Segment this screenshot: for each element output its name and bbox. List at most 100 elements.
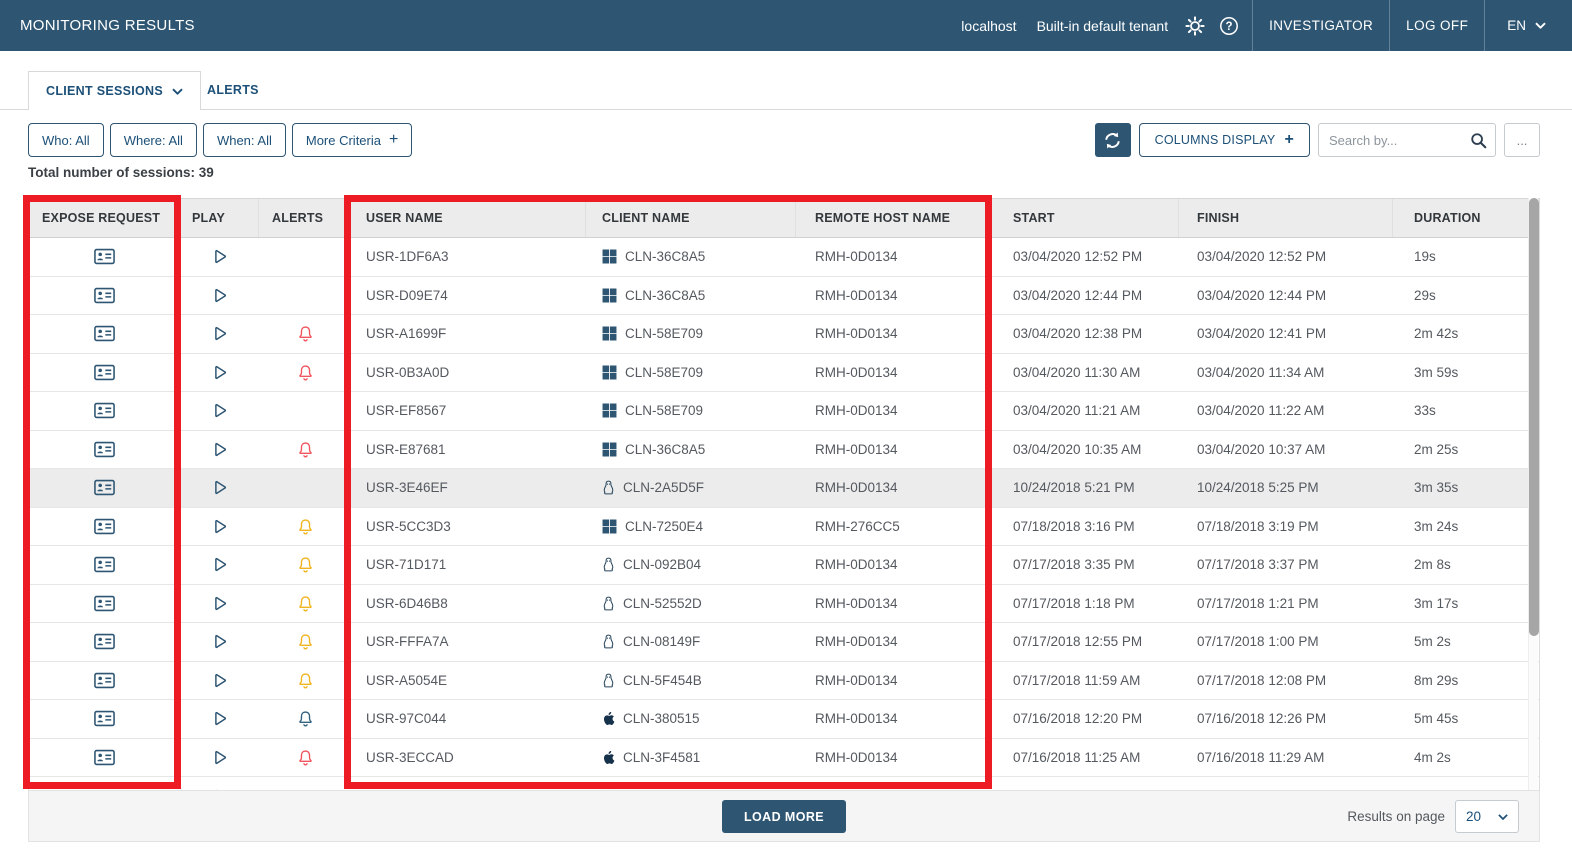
table-row[interactable]: USR-1DF6A3 CLN-36C8A5 RMH-0D0134 03/04/2… [29, 238, 1539, 277]
expose-request-cell [29, 277, 179, 315]
table-row[interactable]: USR-3ECCAD CLN-3F4581 RMH-0D0134 07/16/2… [29, 739, 1539, 778]
remote-host-cell: RMH-0D0134 [796, 238, 989, 276]
start-cell: 03/04/2020 11:21 AM [989, 392, 1179, 430]
filter-when-button[interactable]: When: All [203, 123, 286, 157]
play-icon[interactable] [211, 248, 228, 265]
user-name: USR-3ECCAD [366, 750, 454, 765]
table-header: EXPOSE REQUESTPLAYALERTSUSER NAMECLIENT … [29, 198, 1539, 238]
results-per-page-select[interactable]: 20 [1455, 800, 1519, 833]
investigator-link[interactable]: INVESTIGATOR [1253, 0, 1389, 51]
play-icon[interactable] [211, 556, 228, 573]
alerts-cell [259, 277, 351, 315]
alert-bell-icon[interactable] [297, 364, 314, 381]
alerts-cell [259, 546, 351, 584]
play-icon[interactable] [211, 441, 228, 458]
expose-request-icon[interactable] [94, 749, 115, 766]
table-row-partial [29, 777, 1539, 790]
alert-bell-icon[interactable] [297, 710, 314, 727]
play-icon[interactable] [211, 287, 228, 304]
play-icon[interactable] [211, 402, 228, 419]
duration: 29s [1414, 288, 1436, 303]
expose-request-icon[interactable] [94, 402, 115, 419]
expose-request-cell [29, 662, 179, 700]
alert-bell-icon[interactable] [297, 672, 314, 689]
load-more-button[interactable]: LOAD MORE [722, 800, 846, 833]
alert-bell-icon[interactable] [297, 633, 314, 650]
chevron-down-icon [1535, 22, 1546, 29]
windows-os-icon [602, 249, 617, 264]
alert-bell-icon[interactable] [297, 325, 314, 342]
logoff-link[interactable]: LOG OFF [1390, 0, 1484, 51]
expose-request-icon[interactable] [94, 710, 115, 727]
expose-request-icon[interactable] [94, 672, 115, 689]
scrollbar-thumb[interactable] [1529, 198, 1539, 636]
play-icon[interactable] [211, 633, 228, 650]
tab-alerts[interactable]: ALERTS [207, 71, 259, 109]
table-row[interactable]: USR-EF8567 CLN-58E709 RMH-0D0134 03/04/2… [29, 392, 1539, 431]
table-row[interactable]: USR-E87681 CLN-36C8A5 RMH-0D0134 03/04/2… [29, 431, 1539, 470]
columns-display-button[interactable]: COLUMNS DISPLAY + [1139, 123, 1310, 157]
play-icon[interactable] [211, 672, 228, 689]
filter-who-button[interactable]: Who: All [28, 123, 104, 157]
finish-cell: 07/17/2018 12:08 PM [1179, 662, 1393, 700]
language-selector[interactable]: EN [1485, 0, 1572, 51]
duration: 2m 25s [1414, 442, 1458, 457]
expose-request-icon[interactable] [94, 441, 115, 458]
play-icon[interactable] [211, 364, 228, 381]
table-row[interactable]: USR-5CC3D3 CLN-7250E4 RMH-276CC5 07/18/2… [29, 508, 1539, 547]
table-row[interactable]: USR-D09E74 CLN-36C8A5 RMH-0D0134 03/04/2… [29, 277, 1539, 316]
alert-bell-icon[interactable] [297, 556, 314, 573]
filter-where-button[interactable]: Where: All [110, 123, 197, 157]
play-icon[interactable] [211, 595, 228, 612]
expose-request-icon[interactable] [94, 595, 115, 612]
table-row[interactable]: USR-6D46B8 CLN-52552D RMH-0D0134 07/17/2… [29, 585, 1539, 624]
alert-bell-icon[interactable] [297, 518, 314, 535]
table-row[interactable]: USR-71D171 CLN-092B04 RMH-0D0134 07/17/2… [29, 546, 1539, 585]
table-row[interactable]: USR-FFFA7A CLN-08149F RMH-0D0134 07/17/2… [29, 623, 1539, 662]
table-row[interactable]: USR-0B3A0D CLN-58E709 RMH-0D0134 03/04/2… [29, 354, 1539, 393]
vertical-scrollbar[interactable] [1528, 198, 1538, 790]
user-name: USR-A5054E [366, 673, 447, 688]
client-name-cell: CLN-36C8A5 [586, 431, 796, 469]
table-row[interactable]: USR-A5054E CLN-5F454B RMH-0D0134 07/17/2… [29, 662, 1539, 701]
start-time: 03/04/2020 10:35 AM [1013, 442, 1141, 457]
table-row[interactable]: USR-97C044 CLN-380515 RMH-0D0134 07/16/2… [29, 700, 1539, 739]
play-icon[interactable] [211, 749, 228, 766]
expose-request-icon[interactable] [94, 325, 115, 342]
play-icon[interactable] [211, 518, 228, 535]
columns-display-label: COLUMNS DISPLAY [1155, 133, 1276, 147]
tab-client-sessions[interactable]: CLIENT SESSIONS [28, 71, 201, 110]
expose-request-icon[interactable] [94, 633, 115, 650]
expose-request-icon[interactable] [94, 518, 115, 535]
start-cell: 03/04/2020 12:44 PM [989, 277, 1179, 315]
settings-gear-icon[interactable] [1184, 15, 1205, 36]
duration: 3m 59s [1414, 365, 1458, 380]
play-icon[interactable] [211, 479, 228, 496]
alert-bell-icon[interactable] [297, 595, 314, 612]
play-icon[interactable] [211, 325, 228, 342]
expose-request-icon[interactable] [94, 479, 115, 496]
expose-request-icon[interactable] [94, 556, 115, 573]
language-label: EN [1507, 18, 1526, 33]
more-options-button[interactable]: ... [1504, 123, 1540, 157]
user-name-cell: USR-71D171 [351, 546, 586, 584]
refresh-button[interactable] [1095, 123, 1131, 157]
expose-request-cell [29, 585, 179, 623]
play-icon[interactable] [211, 710, 228, 727]
expose-request-icon[interactable] [94, 248, 115, 265]
finish-time: 03/04/2020 12:52 PM [1197, 249, 1326, 264]
help-icon[interactable] [1218, 15, 1239, 36]
start-time: 03/04/2020 12:38 PM [1013, 326, 1142, 341]
alert-bell-icon[interactable] [297, 441, 314, 458]
expose-request-icon[interactable] [94, 287, 115, 304]
table-row[interactable]: USR-3E46EF CLN-2A5D5F RMH-0D0134 10/24/2… [29, 469, 1539, 508]
alert-bell-icon[interactable] [297, 749, 314, 766]
sessions-summary: Total number of sessions: 39 [28, 165, 214, 180]
search-input[interactable] [1319, 124, 1495, 156]
expose-request-icon[interactable] [94, 364, 115, 381]
alerts-cell [259, 739, 351, 777]
more-criteria-button[interactable]: More Criteria + [292, 123, 412, 157]
table-row[interactable]: USR-A1699F CLN-58E709 RMH-0D0134 03/04/2… [29, 315, 1539, 354]
alerts-cell [259, 777, 351, 790]
client-name: CLN-52552D [623, 596, 702, 611]
